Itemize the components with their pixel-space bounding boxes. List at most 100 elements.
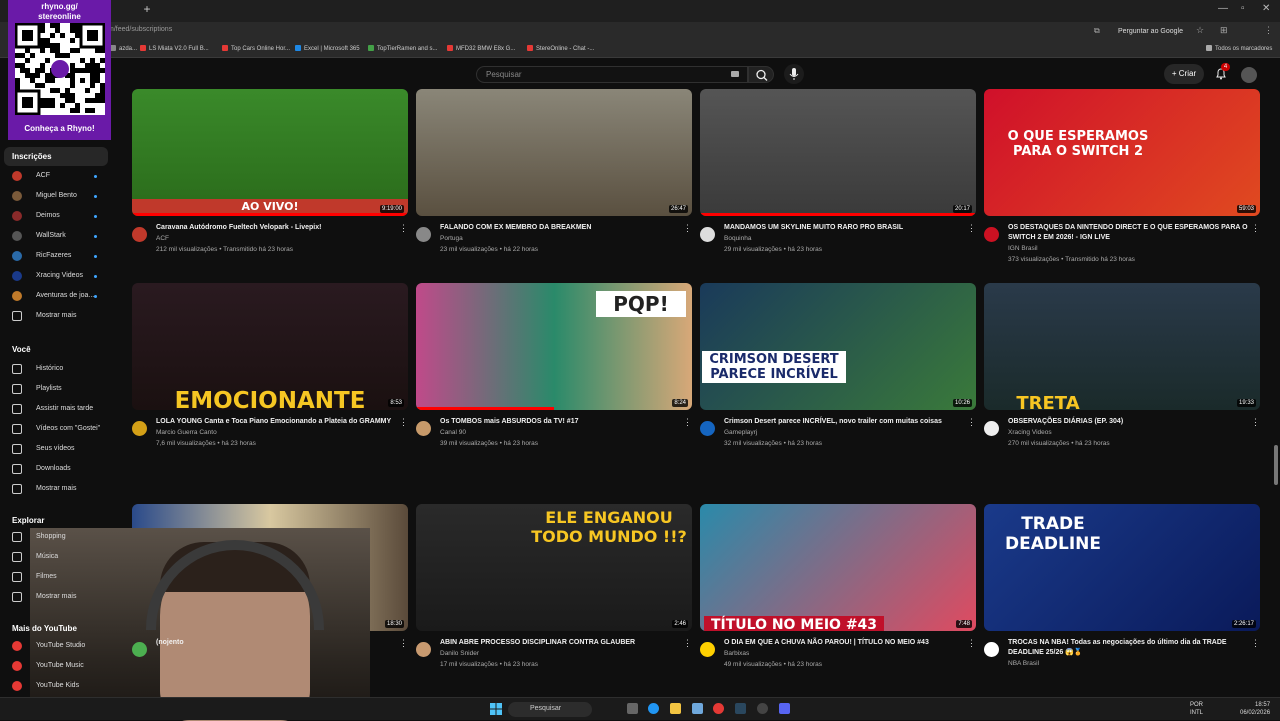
sidebar-subscription-item[interactable]: Deimos [0, 207, 114, 225]
extensions-icon[interactable]: ⊞ [1220, 25, 1228, 36]
sidebar-more-item[interactable]: YouTube Studio [0, 637, 114, 655]
video-card[interactable]: CRIMSON DESERT PARECE INCRÍVEL 10:26 [700, 283, 976, 413]
channel-name[interactable]: Boquinha [724, 233, 751, 244]
keyboard-icon[interactable] [731, 71, 739, 77]
sidebar-explore-item[interactable]: Música [0, 548, 114, 566]
bookmark-item[interactable]: Excel | Microsoft 365 [295, 45, 360, 52]
sidebar-subscription-item[interactable]: ACF [0, 167, 114, 185]
voice-search-button[interactable] [784, 64, 804, 84]
channel-avatar[interactable] [132, 421, 147, 436]
more-options-icon[interactable]: ⋮ [1251, 223, 1260, 234]
windows-start-icon[interactable] [490, 703, 502, 715]
more-options-icon[interactable]: ⋮ [967, 223, 976, 234]
system-clock[interactable]: 18:57 06/02/2026 [1240, 701, 1270, 717]
you-heading[interactable]: Você [12, 345, 31, 354]
channel-name[interactable]: Barbixas [724, 648, 749, 659]
new-tab-button[interactable]: + [140, 2, 154, 16]
sidebar-you-item[interactable]: Histórico [0, 360, 114, 378]
sidebar-more-item[interactable]: YouTube Music [0, 657, 114, 675]
chrome-icon[interactable] [713, 703, 724, 714]
menu-icon[interactable]: ⋮ [1264, 25, 1273, 36]
channel-avatar[interactable] [700, 421, 715, 436]
sidebar-you-item[interactable]: Downloads [0, 460, 114, 478]
video-thumbnail[interactable]: 26:47 [416, 89, 692, 216]
channel-name[interactable]: Xracing Videos [1008, 427, 1052, 438]
edge-icon[interactable] [648, 703, 659, 714]
video-card[interactable]: PQP! 8:24 [416, 283, 692, 413]
video-card[interactable]: TRETA 19:33 [984, 283, 1260, 413]
channel-avatar[interactable] [416, 227, 431, 242]
video-card[interactable]: AO VIVO! 9:19:00 [132, 89, 408, 219]
video-title[interactable]: TROCAS NA NBA! Todas as negociações do ú… [1008, 638, 1250, 658]
file-explorer-icon[interactable] [670, 703, 681, 714]
subs-show-more[interactable]: Mostrar mais [0, 307, 114, 325]
channel-avatar[interactable] [132, 642, 147, 657]
channel-avatar[interactable] [984, 642, 999, 657]
video-title[interactable]: OS DESTAQUES DA NINTENDO DIRECT E O QUE … [1008, 223, 1250, 243]
video-title[interactable]: MANDAMOS UM SKYLINE MUITO RARO PRO BRASI… [724, 223, 966, 233]
sidebar-explore-item[interactable]: Shopping [0, 528, 114, 546]
sidebar-explore-item[interactable]: Mostrar mais [0, 588, 114, 606]
video-title[interactable]: O DIA EM QUE A CHUVA NÃO PAROU! | TÍTULO… [724, 638, 966, 648]
channel-name[interactable]: Marcio Guerra Canto [156, 427, 217, 438]
channel-avatar[interactable] [700, 227, 715, 242]
more-options-icon[interactable]: ⋮ [399, 417, 408, 428]
channel-avatar[interactable] [416, 642, 431, 657]
video-title[interactable]: (nojento [156, 638, 398, 648]
channel-avatar[interactable] [984, 421, 999, 436]
sidebar-you-item[interactable]: Assistir mais tarde [0, 400, 114, 418]
video-title[interactable]: OBSERVAÇÕES DIÁRIAS (EP. 304) [1008, 417, 1250, 427]
taskbar-search[interactable]: Pesquisar [508, 702, 592, 717]
video-thumbnail[interactable]: EMOCIONANTE 8:53 [132, 283, 408, 410]
channel-name[interactable]: Danilo Snider [440, 648, 479, 659]
more-options-icon[interactable]: ⋮ [967, 638, 976, 649]
bookmark-item[interactable]: MFD32 BMW E8x G... [447, 45, 515, 52]
channel-avatar[interactable] [132, 227, 147, 242]
video-thumbnail[interactable]: TÍTULO NO MEIO #43 7:48 [700, 504, 976, 631]
url-field[interactable]: m/feed/subscriptions [108, 26, 172, 33]
video-card[interactable]: TÍTULO NO MEIO #43 7:48 [700, 504, 976, 634]
video-thumbnail[interactable]: TRADE DEADLINE 2:26:17 [984, 504, 1260, 631]
bookmark-item[interactable]: LS Miata V2.0 Full B... [140, 45, 209, 52]
ask-google-button[interactable]: Perguntar ao Google [1112, 25, 1189, 39]
maximize-button[interactable]: ▫ [1241, 3, 1245, 14]
video-card[interactable]: EMOCIONANTE 8:53 [132, 283, 408, 413]
steam-icon[interactable] [735, 703, 746, 714]
bookmark-item[interactable]: Top Cars Online Hor... [222, 45, 290, 52]
account-avatar[interactable] [1241, 67, 1257, 83]
video-thumbnail[interactable]: TRETA 19:33 [984, 283, 1260, 410]
sidebar-you-item[interactable]: Mostrar mais [0, 480, 114, 498]
video-card[interactable]: TRADE DEADLINE 2:26:17 [984, 504, 1260, 634]
video-thumbnail[interactable]: ELE ENGANOU TODO MUNDO !!? 2:46 [416, 504, 692, 631]
channel-name[interactable]: IGN Brasil [1008, 243, 1038, 254]
sidebar-more-item[interactable]: YouTube Kids [0, 677, 114, 695]
all-bookmarks-link[interactable]: Todos os marcadores [1206, 45, 1272, 52]
video-thumbnail[interactable]: CRIMSON DESERT PARECE INCRÍVEL 10:26 [700, 283, 976, 410]
video-title[interactable]: LOLA YOUNG Canta e Toca Piano Emocionand… [156, 417, 398, 427]
more-options-icon[interactable]: ⋮ [1251, 638, 1260, 649]
create-button[interactable]: + Criar [1164, 64, 1204, 84]
more-options-icon[interactable]: ⋮ [399, 223, 408, 234]
video-title[interactable]: ABIN ABRE PROCESSO DISCIPLINAR CONTRA GL… [440, 638, 682, 648]
sidebar-subscription-item[interactable]: Miguel Bento [0, 187, 114, 205]
more-options-icon[interactable]: ⋮ [683, 223, 692, 234]
bookmark-item[interactable]: azda... [110, 45, 137, 52]
video-card[interactable]: 20:17 [700, 89, 976, 219]
channel-name[interactable]: ACF [156, 233, 169, 244]
more-options-icon[interactable]: ⋮ [1251, 417, 1260, 428]
more-youtube-heading[interactable]: Mais do YouTube [12, 624, 77, 633]
channel-avatar[interactable] [984, 227, 999, 242]
channel-name[interactable]: Canal 90 [440, 427, 466, 438]
input-language[interactable]: POR INTL [1190, 701, 1203, 717]
more-options-icon[interactable]: ⋮ [399, 638, 408, 649]
video-title[interactable]: Os TOMBOS mais ABSURDOS da TV! #17 [440, 417, 682, 427]
video-title[interactable]: Caravana Autódromo Fueltech Velopark - L… [156, 223, 398, 233]
video-thumbnail[interactable]: 20:17 [700, 89, 976, 216]
video-thumbnail[interactable]: PQP! 8:24 [416, 283, 692, 410]
star-icon[interactable]: ☆ [1196, 25, 1204, 36]
cast-icon[interactable]: ⧉ [1094, 26, 1100, 36]
bookmark-item[interactable]: StereOnline - Chat -... [527, 45, 594, 52]
channel-avatar[interactable] [416, 421, 431, 436]
video-title[interactable]: FALANDO COM EX MEMBRO DA BREAKMEN [440, 223, 682, 233]
more-options-icon[interactable]: ⋮ [683, 638, 692, 649]
